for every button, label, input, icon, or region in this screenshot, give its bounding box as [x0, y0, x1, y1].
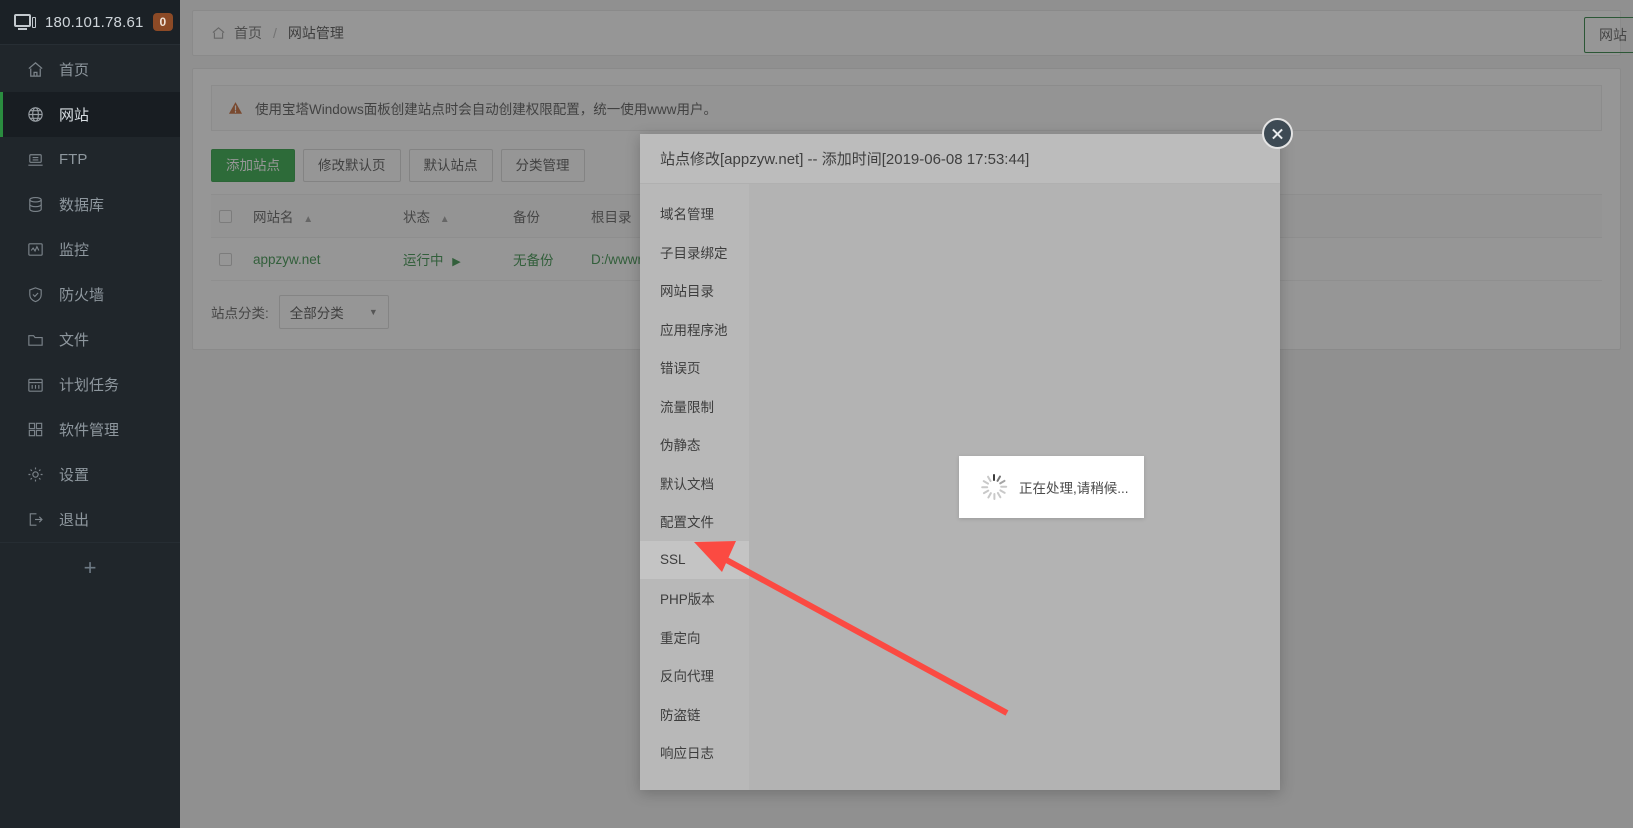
modal-nav-traffic-limit[interactable]: 流量限制: [640, 387, 749, 426]
sidebar-item-monitor[interactable]: 监控: [0, 227, 180, 272]
sidebar-item-database[interactable]: 数据库: [0, 182, 180, 227]
site-edit-modal: 站点修改[appzyw.net] -- 添加时间[2019-06-08 17:5…: [640, 134, 1280, 790]
logout-icon: [26, 510, 45, 529]
modal-title-bar: 站点修改[appzyw.net] -- 添加时间[2019-06-08 17:5…: [640, 134, 1280, 184]
shield-icon: [26, 285, 45, 304]
modal-nav-app-pool[interactable]: 应用程序池: [640, 310, 749, 349]
modal-title: 站点修改[appzyw.net] -- 添加时间[2019-06-08 17:5…: [660, 151, 1030, 168]
sidebar-item-label: 退出: [59, 512, 90, 529]
modal-nav-php-version[interactable]: PHP版本: [640, 579, 749, 618]
sidebar-item-label: 软件管理: [59, 422, 120, 439]
sidebar-item-ftp[interactable]: FTP: [0, 137, 180, 182]
modal-nav-default-doc[interactable]: 默认文档: [640, 464, 749, 503]
modal-nav-anti-leech[interactable]: 防盗链: [640, 695, 749, 734]
sidebar-item-cron[interactable]: 计划任务: [0, 362, 180, 407]
calendar-icon: [26, 375, 45, 394]
notification-badge[interactable]: 0: [152, 13, 174, 31]
loading-text: 正在处理,请稍候...: [1019, 481, 1129, 496]
sidebar-item-label: 防火墙: [59, 287, 105, 304]
sidebar-item-home[interactable]: 首页: [0, 47, 180, 92]
ftp-icon: [26, 150, 45, 169]
sidebar-item-firewall[interactable]: 防火墙: [0, 272, 180, 317]
modal-body: 域名管理 子目录绑定 网站目录 应用程序池 错误页 流量限制 伪静态 默认文档 …: [640, 184, 1280, 790]
sidebar-item-logout[interactable]: 退出: [0, 497, 180, 542]
sidebar-item-label: 计划任务: [59, 377, 120, 394]
modal-nav-config-file[interactable]: 配置文件: [640, 502, 749, 541]
sidebar-item-software[interactable]: 软件管理: [0, 407, 180, 452]
gear-icon: [26, 465, 45, 484]
modal-content-pane: 正在处理,请稍候...: [749, 184, 1280, 790]
modal-nav-reverse-proxy[interactable]: 反向代理: [640, 656, 749, 695]
modal-nav-ssl[interactable]: SSL: [640, 540, 749, 579]
sidebar-item-settings[interactable]: 设置: [0, 452, 180, 497]
sidebar-item-label: 网站: [59, 107, 90, 124]
modal-nav-domain[interactable]: 域名管理: [640, 194, 749, 233]
sidebar-item-label: 监控: [59, 242, 90, 259]
grid-icon: [26, 420, 45, 439]
monitor-chart-icon: [26, 240, 45, 259]
modal-nav-site-dir[interactable]: 网站目录: [640, 271, 749, 310]
sidebar-item-label: 文件: [59, 332, 90, 349]
modal-nav-subdir-bind[interactable]: 子目录绑定: [640, 233, 749, 272]
modal-nav-rewrite[interactable]: 伪静态: [640, 425, 749, 464]
sidebar-item-label: FTP: [59, 151, 88, 168]
loading-toast: 正在处理,请稍候...: [959, 456, 1144, 518]
modal-nav-error-page[interactable]: 错误页: [640, 348, 749, 387]
spinner-icon: [981, 474, 1008, 500]
sidebar-header: 180.101.78.61 0: [0, 0, 180, 45]
sidebar-item-files[interactable]: 文件: [0, 317, 180, 362]
close-icon[interactable]: [1262, 118, 1293, 149]
sidebar-item-label: 首页: [59, 62, 90, 79]
home-icon: [26, 60, 45, 79]
modal-nav-redirect[interactable]: 重定向: [640, 618, 749, 657]
sidebar-item-label: 设置: [59, 467, 90, 484]
folder-icon: [26, 330, 45, 349]
modal-nav: 域名管理 子目录绑定 网站目录 应用程序池 错误页 流量限制 伪静态 默认文档 …: [640, 184, 749, 790]
server-monitor-icon: [14, 13, 36, 31]
globe-icon: [26, 105, 45, 124]
database-icon: [26, 195, 45, 214]
app-root: 180.101.78.61 0 首页 网站 FTP 数据库 监控 防火墙 文件 …: [0, 0, 1633, 828]
server-ip-label: 180.101.78.61: [45, 13, 144, 31]
sidebar-item-label: 数据库: [59, 197, 105, 214]
add-server-button[interactable]: +: [0, 542, 180, 592]
sidebar-menu: 首页 网站 FTP 数据库 监控 防火墙 文件 计划任务 软件管理 设置 退出: [0, 45, 180, 542]
sidebar-item-website[interactable]: 网站: [0, 92, 180, 137]
left-sidebar: 180.101.78.61 0 首页 网站 FTP 数据库 监控 防火墙 文件 …: [0, 0, 180, 828]
modal-nav-access-log[interactable]: 响应日志: [640, 733, 749, 772]
